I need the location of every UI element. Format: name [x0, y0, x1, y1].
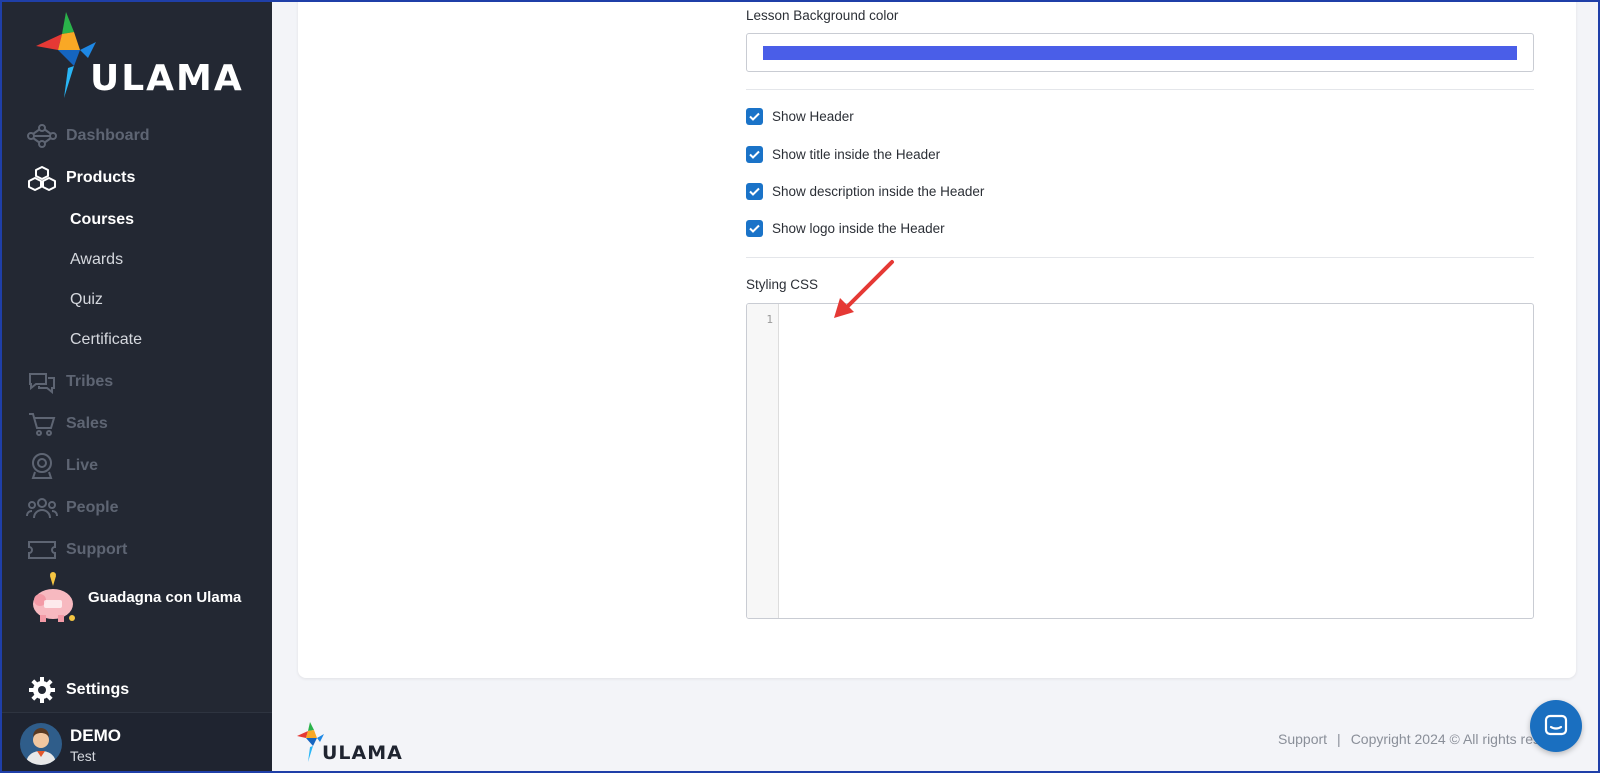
- people-icon: [26, 493, 58, 523]
- ticket-icon: [26, 535, 58, 565]
- sidebar-item-courses[interactable]: Courses: [70, 211, 134, 229]
- footer-copyright: Copyright 2024 © All rights reserved: [1350, 731, 1548, 747]
- nav-support[interactable]: Support: [26, 532, 127, 568]
- sidebar-item-awards[interactable]: Awards: [70, 251, 123, 269]
- checkbox-show-description[interactable]: Show description inside the Header: [746, 183, 984, 200]
- annotation-arrow-icon: [834, 260, 894, 318]
- nav-products-label: Products: [66, 169, 136, 186]
- checkbox-show-header[interactable]: Show Header: [746, 108, 854, 125]
- user-name: DEMO: [70, 726, 121, 745]
- checkbox-checked-icon[interactable]: [746, 108, 763, 125]
- nav-dashboard[interactable]: Dashboard: [26, 118, 150, 154]
- checkbox-label: Show logo inside the Header: [772, 221, 945, 236]
- sidebar-item-certificate[interactable]: Certificate: [70, 331, 142, 349]
- nav-sales[interactable]: Sales: [26, 406, 108, 442]
- avatar: [20, 723, 62, 765]
- nav-dashboard-label: Dashboard: [66, 127, 150, 144]
- styling-css-label: Styling CSS: [746, 277, 819, 292]
- lesson-bg-color-label: Lesson Background color: [746, 8, 899, 23]
- checkbox-show-title[interactable]: Show title inside the Header: [746, 146, 940, 163]
- user-profile[interactable]: DEMO Test: [0, 712, 272, 773]
- editor-gutter: 1: [747, 304, 779, 618]
- checkbox-checked-icon[interactable]: [746, 146, 763, 163]
- checkbox-label: Show Header: [772, 109, 854, 124]
- checkbox-label: Show description inside the Header: [772, 184, 985, 199]
- nav-settings[interactable]: Settings: [26, 672, 129, 708]
- divider: [746, 89, 1534, 90]
- nav-support-label: Support: [66, 541, 128, 558]
- footer-separator: |: [1337, 731, 1341, 747]
- nav-products[interactable]: Products: [26, 160, 135, 196]
- nav-people[interactable]: People: [26, 490, 118, 526]
- chat-bubbles-icon: [26, 367, 58, 397]
- line-number: 1: [766, 313, 773, 326]
- nav-tribes-label: Tribes: [66, 373, 114, 390]
- piggy-bank-icon: [33, 572, 75, 622]
- nav-tribes[interactable]: Tribes: [26, 364, 113, 400]
- footer-support-link[interactable]: Support: [1278, 731, 1327, 747]
- sidebar-item-quiz[interactable]: Quiz: [70, 291, 103, 309]
- gear-icon: [26, 675, 58, 705]
- nav-live-label: Live: [66, 457, 99, 474]
- promo-label: Guadagna con Ulama: [88, 588, 242, 606]
- nav-sales-label: Sales: [66, 415, 108, 432]
- webcam-icon: [26, 451, 58, 481]
- promo-guadagna[interactable]: Guadagna con Ulama: [26, 570, 241, 624]
- ulama-logo[interactable]: ULAMA: [34, 10, 244, 102]
- checkbox-checked-icon[interactable]: [746, 183, 763, 200]
- cubes-icon: [26, 163, 58, 193]
- checkbox-label: Show title inside the Header: [772, 147, 941, 162]
- nav-live[interactable]: Live: [26, 448, 98, 484]
- lesson-bg-color-picker[interactable]: [746, 33, 1534, 72]
- nav-people-label: People: [66, 499, 119, 516]
- color-swatch: [763, 46, 1517, 60]
- checkbox-checked-icon[interactable]: [746, 220, 763, 237]
- nav-settings-label: Settings: [66, 681, 130, 698]
- checkbox-show-logo[interactable]: Show logo inside the Header: [746, 220, 945, 237]
- css-code-editor[interactable]: 1: [746, 303, 1534, 619]
- network-icon: [26, 121, 58, 151]
- chat-icon: [1544, 714, 1568, 736]
- user-role: Test: [70, 748, 96, 764]
- sidebar: ULAMA Dashboard Products Courses Awards …: [0, 0, 272, 773]
- cart-icon: [26, 409, 58, 439]
- chat-launcher-button[interactable]: [1530, 700, 1582, 752]
- brand-wordmark: ULAMA: [90, 58, 244, 99]
- footer-wordmark: ULAMA: [322, 742, 403, 764]
- footer-links: Support | Copyright 2024 © All rights rese…: [1278, 731, 1548, 747]
